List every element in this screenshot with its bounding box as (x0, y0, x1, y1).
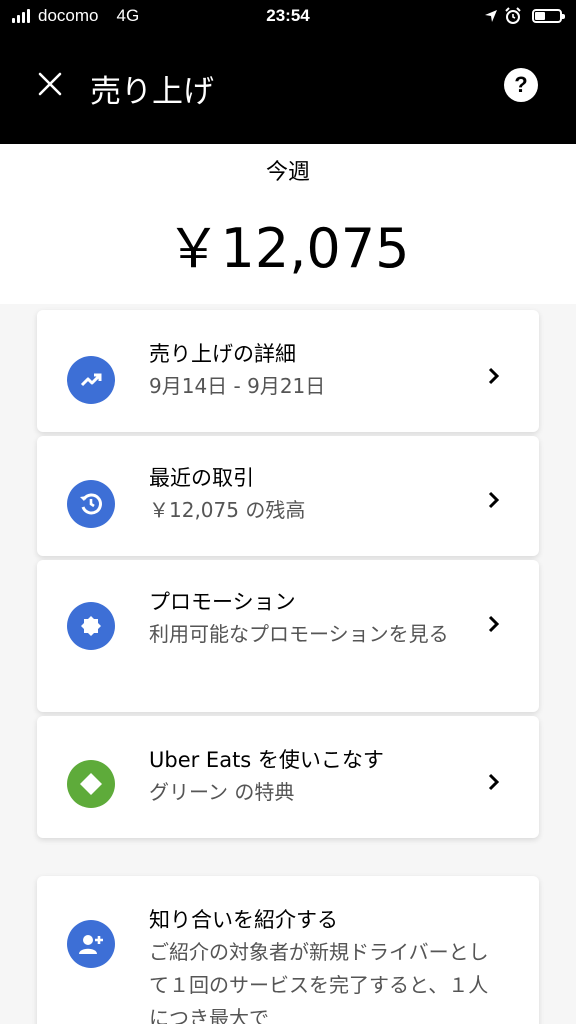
card-subtitle: 利用可能なプロモーションを見る (149, 622, 449, 646)
page-title: 売り上げ (90, 74, 214, 110)
help-button[interactable]: ? (504, 68, 538, 102)
card-promotions[interactable]: プロモーション 利用可能なプロモーションを見る (37, 560, 539, 712)
chevron-right-icon (488, 615, 500, 633)
status-bar: docomo 4G 23:54 (0, 0, 576, 34)
close-icon (38, 72, 62, 96)
location-arrow-icon (485, 10, 497, 22)
history-icon (67, 480, 115, 528)
card-title: 最近の取引 (149, 466, 254, 490)
card-subtitle: ￥12,075 の残高 (149, 498, 306, 522)
card-uber-eats[interactable]: Uber Eats を使いこなす グリーン の特典 (37, 716, 539, 838)
card-title: プロモーション (149, 590, 296, 614)
close-button[interactable] (30, 64, 70, 104)
chevron-right-icon (488, 491, 500, 509)
card-recent-transactions[interactable]: 最近の取引 ￥12,075 の残高 (37, 436, 539, 556)
earnings-amount: ￥12,075 (166, 217, 410, 280)
period-label: 今週 (265, 160, 310, 185)
add-person-icon (67, 920, 115, 968)
chevron-right-icon (488, 367, 500, 385)
card-earnings-detail[interactable]: 売り上げの詳細 9月14日 - 9月21日 (37, 310, 539, 432)
card-subtitle: ご紹介の対象者が新規ドライバーとして１回のサービスを完了すると、１人につき最大で (149, 940, 489, 1024)
card-subtitle: 9月14日 - 9月21日 (149, 374, 326, 398)
diamond-icon (67, 760, 115, 808)
earnings-summary: 今週 ￥12,075 (0, 144, 576, 304)
card-referral[interactable]: 知り合いを紹介する ご紹介の対象者が新規ドライバーとして１回のサービスを完了する… (37, 876, 539, 1024)
status-right (484, 7, 565, 25)
card-subtitle: グリーン の特典 (149, 780, 295, 804)
chevron-right-icon (488, 773, 500, 791)
card-title: 知り合いを紹介する (149, 908, 338, 932)
alarm-icon (505, 7, 521, 24)
card-title: 売り上げの詳細 (149, 342, 296, 366)
battery-icon (532, 9, 565, 23)
nav-bar: 売り上げ ? (0, 34, 576, 144)
card-title: Uber Eats を使いこなす (149, 748, 384, 772)
badge-icon (67, 602, 115, 650)
trend-up-icon (67, 356, 115, 404)
